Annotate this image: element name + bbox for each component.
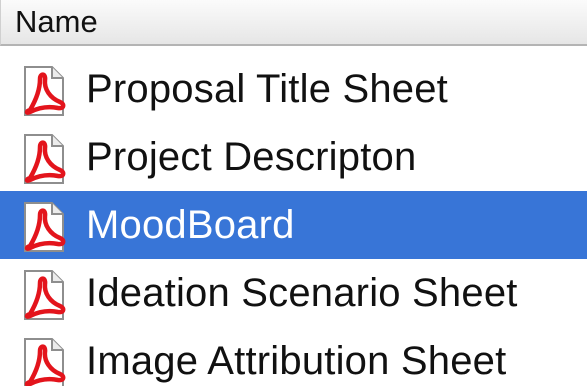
file-name: MoodBoard <box>86 203 295 247</box>
column-header-label: Name <box>15 4 98 39</box>
file-name: Proposal Title Sheet <box>86 67 448 111</box>
file-row-moodboard[interactable]: MoodBoard <box>0 191 587 259</box>
file-rows: Proposal Title Sheet Project Descripton … <box>0 55 587 386</box>
pdf-icon <box>16 200 70 254</box>
pdf-icon <box>16 268 70 322</box>
file-row-ideation-scenario-sheet[interactable]: Ideation Scenario Sheet <box>0 259 587 327</box>
file-name: Ideation Scenario Sheet <box>86 271 518 315</box>
pdf-icon <box>16 64 70 118</box>
file-row-proposal-title-sheet[interactable]: Proposal Title Sheet <box>0 55 587 123</box>
pdf-icon <box>16 132 70 186</box>
file-name: Image Attribution Sheet <box>86 339 507 383</box>
file-row-project-descripton[interactable]: Project Descripton <box>0 123 587 191</box>
column-header-name[interactable]: Name <box>0 0 587 46</box>
file-list-view: Name Proposal Title Sheet Project Descri… <box>0 0 587 386</box>
file-row-image-attribution-sheet[interactable]: Image Attribution Sheet <box>0 327 587 386</box>
pdf-icon <box>16 336 70 386</box>
file-name: Project Descripton <box>86 135 417 179</box>
